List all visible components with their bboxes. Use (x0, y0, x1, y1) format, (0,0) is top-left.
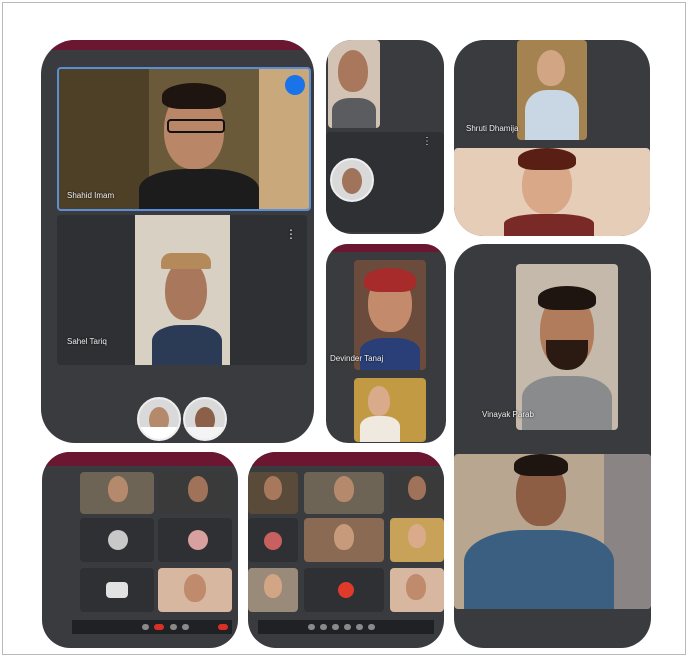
video-tile[interactable] (80, 472, 154, 514)
video-tile[interactable] (304, 518, 384, 562)
participant-hair (514, 454, 568, 476)
participant-name: Shahid Imam (67, 191, 115, 200)
video-tile[interactable] (304, 472, 384, 514)
participant-face (264, 574, 282, 598)
avatar (137, 397, 181, 441)
participant-face (406, 574, 426, 600)
video-tile[interactable] (80, 518, 154, 562)
participant-face (368, 386, 390, 416)
video-tile[interactable] (454, 148, 650, 236)
meet-window-4: Devinder Tanaj (326, 244, 446, 443)
participant-body (525, 90, 579, 140)
video-tile[interactable] (390, 472, 444, 514)
participant-body (152, 325, 222, 365)
more-options-icon[interactable]: ⋮ (422, 136, 432, 147)
more-button[interactable] (356, 624, 363, 630)
participant-body (504, 214, 594, 236)
participant-face (334, 524, 354, 550)
participant-face (338, 50, 368, 92)
video-tile[interactable] (517, 40, 587, 140)
participant-body (522, 376, 612, 430)
participant-hair (162, 83, 226, 109)
participant-face (334, 476, 354, 502)
camera-button[interactable] (170, 624, 177, 630)
participant-name: Sahel Tariq (67, 337, 107, 346)
avatar (183, 397, 227, 441)
avatar (264, 532, 282, 550)
chat-button[interactable] (368, 624, 375, 630)
camera-button[interactable] (320, 624, 327, 630)
avatar (106, 582, 128, 598)
video-tile[interactable] (248, 568, 298, 612)
participant-name: Vinayak Parab (482, 410, 534, 419)
video-tile[interactable] (80, 568, 154, 612)
meet-window-1: Shahid Imam ⋮ Sahel Tariq (41, 40, 314, 443)
participant-face (184, 574, 206, 602)
video-tile[interactable] (390, 568, 444, 612)
avatar (338, 582, 354, 598)
participant-hair (364, 268, 416, 292)
participant-body (332, 98, 376, 128)
present-button[interactable] (332, 624, 339, 630)
meet-window-6 (42, 452, 238, 648)
video-tile[interactable]: ⋮ (326, 132, 444, 232)
video-tile[interactable] (158, 518, 232, 562)
participant-face (408, 476, 426, 500)
participant-face (165, 260, 207, 320)
mic-button[interactable] (142, 624, 149, 630)
more-options-icon[interactable]: ⋮ (285, 227, 297, 241)
video-tile-host[interactable]: Shahid Imam (57, 67, 311, 211)
present-button[interactable] (182, 624, 189, 630)
video-tile[interactable] (248, 472, 298, 514)
brand-bar (42, 452, 238, 466)
participant-face (537, 50, 565, 86)
end-call-button[interactable] (154, 624, 164, 630)
participant-body (464, 530, 614, 609)
brand-bar (41, 40, 314, 50)
video-tile-2[interactable]: ⋮ Sahel Tariq (57, 215, 307, 365)
participant-body (360, 416, 400, 442)
mic-icon[interactable] (285, 75, 305, 95)
video-tile[interactable] (354, 378, 426, 442)
meet-window-5: Vinayak Parab (454, 244, 651, 648)
video-tile[interactable] (454, 454, 651, 609)
participant-name: Devinder Tanaj (330, 354, 384, 363)
participant-body (139, 169, 259, 209)
avatar (330, 158, 374, 202)
video-tile[interactable] (390, 518, 444, 562)
cap-icon (161, 253, 211, 269)
call-controls (72, 620, 232, 634)
video-tile[interactable] (158, 568, 232, 612)
video-tile[interactable] (516, 264, 618, 430)
participant-face (408, 524, 426, 548)
participant-name: Shruti Dhamija (466, 124, 519, 133)
meet-window-2: ⋮ (326, 40, 444, 234)
participant-hair (538, 286, 596, 310)
meet-window-7 (248, 452, 444, 648)
glasses-icon (167, 119, 225, 133)
participant-face (264, 476, 282, 500)
mic-button[interactable] (308, 624, 315, 630)
video-tile[interactable] (248, 518, 298, 562)
participant-hair (518, 148, 576, 170)
avatar (108, 530, 128, 550)
leave-button[interactable] (218, 624, 228, 630)
avatar (188, 530, 208, 550)
beard (546, 340, 588, 370)
video-tile[interactable] (328, 40, 380, 128)
video-tile[interactable] (158, 472, 232, 514)
brand-bar (248, 452, 444, 466)
meet-window-3: Shruti Dhamija (454, 40, 650, 236)
participant-face (108, 476, 128, 502)
call-controls (258, 620, 434, 634)
video-tile[interactable] (304, 568, 384, 612)
background-curtain (59, 69, 149, 209)
captions-button[interactable] (344, 624, 351, 630)
brand-bar (326, 244, 446, 252)
participant-face (188, 476, 208, 502)
